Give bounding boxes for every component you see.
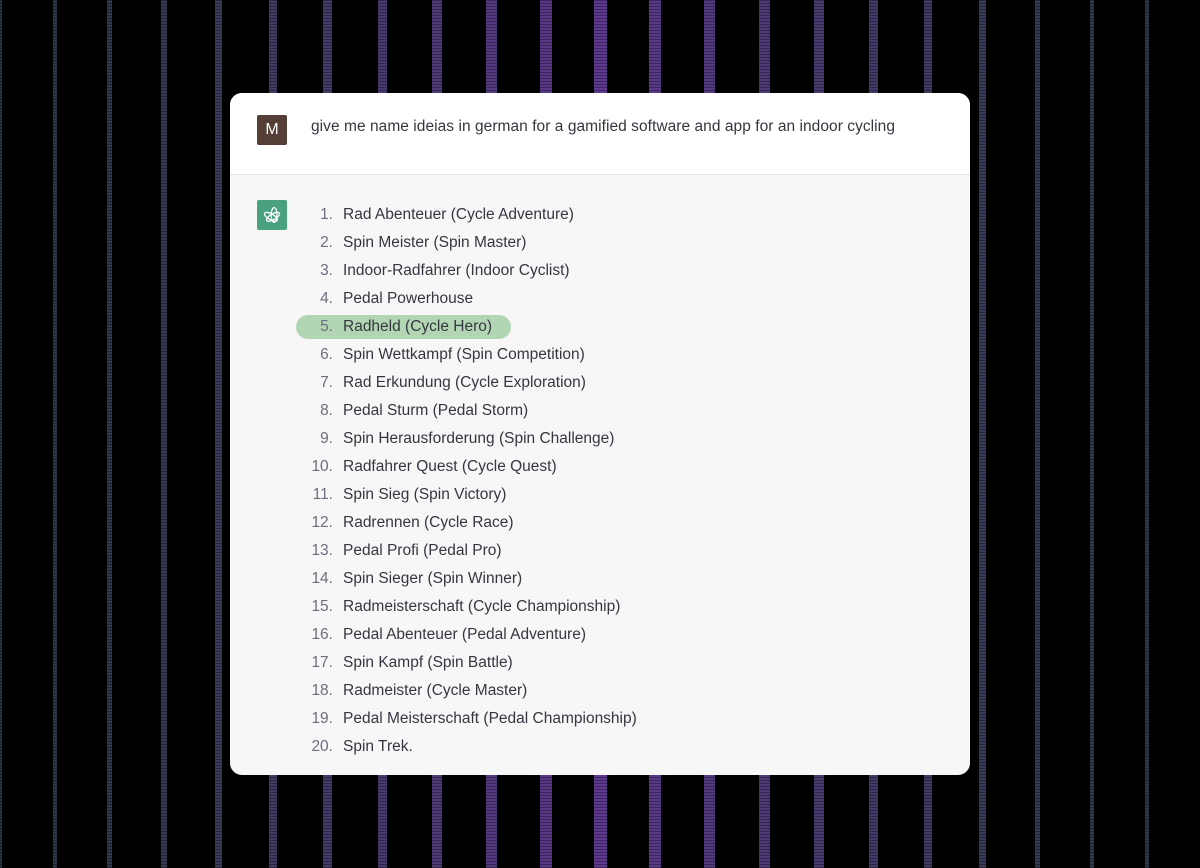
- list-item: 18. Radmeister (Cycle Master): [297, 677, 637, 705]
- list-item: 4. Pedal Powerhouse: [297, 285, 637, 313]
- list-item-number: 9.: [320, 430, 333, 447]
- list-item-text: Pedal Powerhouse: [343, 290, 474, 307]
- list-item-number: 19.: [311, 710, 333, 727]
- list-item-number-cell: 18.: [297, 677, 333, 705]
- list-item-number-cell: 8.: [297, 397, 333, 425]
- list-item-number: 20.: [311, 738, 333, 755]
- list-item: 15. Radmeisterschaft (Cycle Championship): [297, 593, 637, 621]
- list-item-number-cell: 13.: [297, 537, 333, 565]
- list-item: 14. Spin Sieger (Spin Winner): [297, 565, 637, 593]
- background-stripe: [52, 0, 57, 868]
- user-avatar: M: [257, 115, 287, 145]
- list-item-number: 18.: [311, 682, 333, 699]
- list-item-number-cell: 14.: [297, 565, 333, 593]
- name-ideas-list: 1. Rad Abenteuer (Cycle Adventure) 2. Spin …: [296, 201, 637, 761]
- list-item-number: 15.: [311, 598, 333, 615]
- list-item: 20. Spin Trek.: [297, 733, 637, 761]
- list-item-text: Radmeister (Cycle Master): [343, 682, 528, 699]
- list-item-number-cell: 10.: [297, 453, 333, 481]
- list-item-number: 16.: [311, 626, 333, 643]
- list-item-text: Pedal Sturm (Pedal Storm): [343, 402, 529, 419]
- list-item-number-cell: 5.: [297, 313, 333, 341]
- list-item-number-cell: 11.: [297, 481, 333, 509]
- list-item-number: 10.: [311, 458, 333, 475]
- list-item-text: Radrennen (Cycle Race): [343, 514, 514, 531]
- list-item-number: 5.: [320, 318, 333, 335]
- list-item-text: Spin Kampf (Spin Battle): [343, 654, 513, 671]
- chat-card: M give me name ideias in german for a ga…: [230, 93, 970, 775]
- list-item-number-cell: 2.: [297, 229, 333, 257]
- background-stripe: [1144, 0, 1149, 868]
- list-item-text: Rad Abenteuer (Cycle Adventure): [343, 206, 574, 223]
- list-item-text: Spin Sieg (Spin Victory): [343, 486, 507, 503]
- list-item: 7. Rad Erkundung (Cycle Exploration): [297, 369, 637, 397]
- list-item: 2. Spin Meister (Spin Master): [297, 229, 637, 257]
- list-item-number-cell: 9.: [297, 425, 333, 453]
- list-item-number: 12.: [311, 514, 333, 531]
- list-item-number: 17.: [311, 654, 333, 671]
- list-item-number-cell: 20.: [297, 733, 333, 761]
- list-item-number-cell: 1.: [297, 201, 333, 229]
- list-item-number-cell: 6.: [297, 341, 333, 369]
- list-item: 12. Radrennen (Cycle Race): [297, 509, 637, 537]
- list-item-number-cell: 15.: [297, 593, 333, 621]
- list-item-text: Pedal Meisterschaft (Pedal Championship): [343, 710, 637, 727]
- list-item: 1. Rad Abenteuer (Cycle Adventure): [297, 201, 637, 229]
- openai-logo-icon: [257, 200, 287, 230]
- list-item: 13. Pedal Profi (Pedal Pro): [297, 537, 637, 565]
- list-item-number-cell: 16.: [297, 621, 333, 649]
- list-item-number: 6.: [320, 346, 333, 363]
- background-stripe: [1034, 0, 1041, 868]
- background-stripe: [1089, 0, 1095, 868]
- list-item-number: 7.: [320, 374, 333, 391]
- list-item: 11. Spin Sieg (Spin Victory): [297, 481, 637, 509]
- user-message-row: M give me name ideias in german for a ga…: [230, 93, 970, 175]
- list-item-number-cell: 4.: [297, 285, 333, 313]
- list-item-text: Rad Erkundung (Cycle Exploration): [343, 374, 586, 391]
- list-item-text: Radheld (Cycle Hero): [343, 318, 493, 335]
- list-item-number-cell: 19.: [297, 705, 333, 733]
- user-message-text: give me name ideias in german for a gami…: [311, 118, 895, 135]
- list-item-text: Radmeisterschaft (Cycle Championship): [343, 598, 621, 615]
- list-item-number-cell: 12.: [297, 509, 333, 537]
- background-stripe: [106, 0, 112, 868]
- list-item: 9. Spin Herausforderung (Spin Challenge): [297, 425, 637, 453]
- background-stripe: [979, 0, 987, 868]
- list-item-number-cell: 3.: [297, 257, 333, 285]
- list-item-number: 13.: [311, 542, 333, 559]
- list-item-number: 3.: [320, 262, 333, 279]
- list-item-number-cell: 7.: [297, 369, 333, 397]
- list-item-number: 8.: [320, 402, 333, 419]
- list-item-highlighted: 5. Radheld (Cycle Hero): [296, 313, 637, 341]
- list-item-number: 1.: [320, 206, 333, 223]
- background-stripe: [0, 0, 2, 868]
- list-item-text: Spin Sieger (Spin Winner): [343, 570, 523, 587]
- list-item-number: 14.: [311, 570, 333, 587]
- list-item-text: Spin Meister (Spin Master): [343, 234, 527, 251]
- list-item-text: Indoor-Radfahrer (Indoor Cyclist): [343, 262, 570, 279]
- list-item-text: Radfahrer Quest (Cycle Quest): [343, 458, 557, 475]
- list-item: 8. Pedal Sturm (Pedal Storm): [297, 397, 637, 425]
- list-item-text: Spin Trek.: [343, 738, 413, 755]
- list-item-number-cell: 17.: [297, 649, 333, 677]
- list-item: 16. Pedal Abenteuer (Pedal Adventure): [297, 621, 637, 649]
- list-item-text: Pedal Profi (Pedal Pro): [343, 542, 502, 559]
- list-item-text: Spin Herausforderung (Spin Challenge): [343, 430, 615, 447]
- list-item: 19. Pedal Meisterschaft (Pedal Championsh…: [297, 705, 637, 733]
- list-item-number: 2.: [320, 234, 333, 251]
- background-stripe: [160, 0, 167, 868]
- list-item-text: Pedal Abenteuer (Pedal Adventure): [343, 626, 587, 643]
- list-item: 6. Spin Wettkampf (Spin Competition): [297, 341, 637, 369]
- list-item-text: Spin Wettkampf (Spin Competition): [343, 346, 585, 363]
- list-item-number: 4.: [320, 290, 333, 307]
- list-item: 10. Radfahrer Quest (Cycle Quest): [297, 453, 637, 481]
- background-stripe: [215, 0, 222, 868]
- avatar-letter: M: [265, 121, 279, 138]
- list-item-number: 11.: [312, 486, 333, 503]
- list-item: 17. Spin Kampf (Spin Battle): [297, 649, 637, 677]
- list-item: 3. Indoor-Radfahrer (Indoor Cyclist): [297, 257, 637, 285]
